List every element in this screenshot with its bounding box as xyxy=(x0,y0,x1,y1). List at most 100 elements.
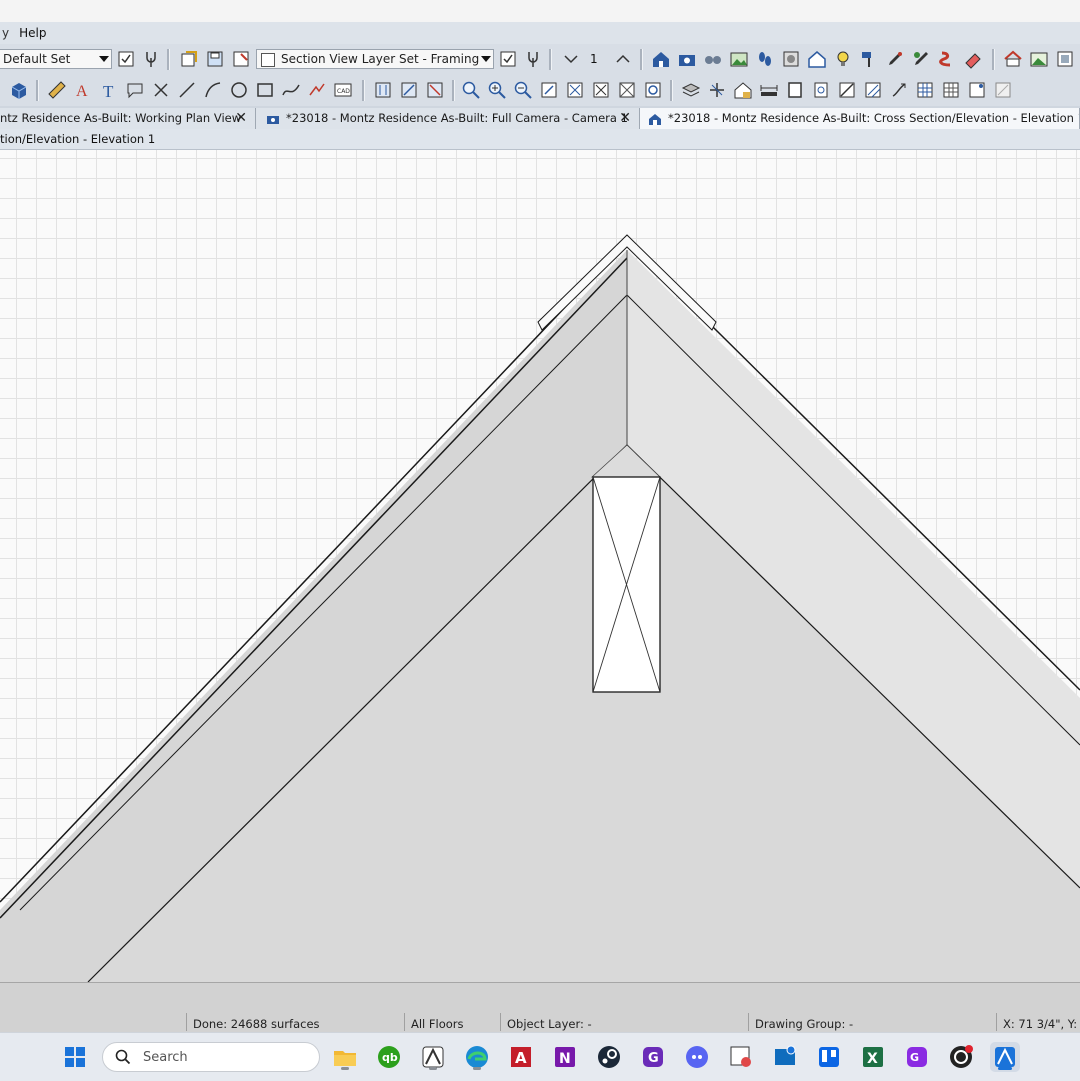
make-parallel-icon[interactable] xyxy=(862,79,884,101)
quickbooks-icon[interactable]: qb xyxy=(374,1042,404,1072)
camera-icon[interactable] xyxy=(676,48,698,70)
edge-icon[interactable] xyxy=(462,1042,492,1072)
fill-window-all-icon[interactable] xyxy=(616,79,638,101)
delete-surfaces-icon[interactable] xyxy=(936,48,958,70)
spline-tool-icon[interactable] xyxy=(280,79,302,101)
grid-snap-icon[interactable] xyxy=(914,79,936,101)
fill-window-icon[interactable] xyxy=(564,79,586,101)
onenote-icon[interactable]: N xyxy=(550,1042,580,1072)
landscape-icon[interactable] xyxy=(728,48,750,70)
eyedropper-icon[interactable] xyxy=(884,48,906,70)
layer-delete-icon[interactable] xyxy=(230,48,252,70)
glasses-icon[interactable] xyxy=(702,48,724,70)
adjust-material-icon[interactable] xyxy=(910,48,932,70)
plus-tool-icon[interactable] xyxy=(706,79,728,101)
excel-icon[interactable]: X xyxy=(858,1042,888,1072)
ortho-icon[interactable] xyxy=(992,79,1014,101)
autocad-icon[interactable]: A xyxy=(506,1042,536,1072)
chief-architect-icon[interactable] xyxy=(418,1042,448,1072)
taskbar-search[interactable] xyxy=(102,1042,320,1072)
layer-set-combo[interactable]: Default Set xyxy=(0,49,112,69)
material-painter-icon[interactable] xyxy=(858,48,880,70)
wrench-icon[interactable] xyxy=(140,48,162,70)
close-icon[interactable]: ✕ xyxy=(235,108,247,128)
arc-tool-icon[interactable] xyxy=(202,79,224,101)
wrench-icon[interactable] xyxy=(522,48,544,70)
page-search-icon[interactable] xyxy=(810,79,832,101)
rectangle-tool-icon[interactable] xyxy=(254,79,276,101)
menu-bar: y Help xyxy=(0,22,1080,44)
zoom-icon[interactable] xyxy=(460,79,482,101)
active-indicator xyxy=(998,1067,1012,1070)
elevation-icon xyxy=(649,113,661,125)
camera-icon xyxy=(267,115,279,124)
select-objects-icon[interactable] xyxy=(372,79,394,101)
refresh-icon[interactable] xyxy=(642,79,664,101)
floor-up-icon[interactable] xyxy=(612,48,634,70)
layer-save-icon[interactable] xyxy=(204,48,226,70)
eraser-icon[interactable] xyxy=(962,48,984,70)
text-style-icon[interactable]: A xyxy=(72,79,94,101)
status-separator xyxy=(404,1013,405,1031)
app-g-icon[interactable]: G xyxy=(638,1042,668,1072)
drawing-canvas[interactable] xyxy=(0,150,1080,982)
pdf-icon[interactable]: G xyxy=(902,1042,932,1072)
chevron-down-icon xyxy=(99,56,109,62)
undo-zoom-icon[interactable] xyxy=(538,79,560,101)
edit-area-visible-icon[interactable] xyxy=(424,79,446,101)
house-icon[interactable] xyxy=(650,48,672,70)
layer-display-options-icon[interactable] xyxy=(497,48,519,70)
cad-block-icon[interactable]: CAD xyxy=(332,79,354,101)
tab-working-plan-view[interactable]: ntz Residence As-Built: Working Plan Vie… xyxy=(0,108,256,129)
snip-icon[interactable] xyxy=(726,1042,756,1072)
steam-icon[interactable] xyxy=(594,1042,624,1072)
close-icon[interactable]: ✕ xyxy=(619,108,631,128)
chevron-down-icon xyxy=(481,56,491,62)
house-lock-icon[interactable] xyxy=(732,79,754,101)
elevation-house-icon[interactable] xyxy=(806,48,828,70)
close-x-tool-icon[interactable] xyxy=(150,79,172,101)
menu-item-help[interactable]: Help xyxy=(9,26,56,40)
toolbar-separator xyxy=(640,49,643,70)
chief-architect-active-icon[interactable] xyxy=(990,1042,1020,1072)
dimension-line-icon[interactable] xyxy=(758,79,780,101)
ruler-icon[interactable] xyxy=(46,79,68,101)
search-input[interactable] xyxy=(141,1048,305,1066)
tab-full-camera[interactable]: *23018 - Montz Residence As-Built: Full … xyxy=(256,108,640,129)
circle-tool-icon[interactable] xyxy=(228,79,250,101)
start-icon[interactable] xyxy=(60,1042,90,1072)
3d-box-icon[interactable] xyxy=(8,79,30,101)
window-tool-icon[interactable] xyxy=(784,79,806,101)
footprints-icon[interactable] xyxy=(754,48,776,70)
reverse-direction-icon[interactable] xyxy=(888,79,910,101)
layers-icon[interactable] xyxy=(680,79,702,101)
line-tool-icon[interactable] xyxy=(176,79,198,101)
break-line-icon[interactable] xyxy=(836,79,858,101)
plot-icon[interactable] xyxy=(306,79,328,101)
angle-snap-icon[interactable] xyxy=(966,79,988,101)
zoom-out-icon[interactable] xyxy=(512,79,534,101)
render-icon[interactable] xyxy=(780,48,802,70)
tab-cross-section-elevation[interactable]: *23018 - Montz Residence As-Built: Cross… xyxy=(640,108,1080,129)
terrain-icon[interactable] xyxy=(1028,48,1050,70)
text-tool-icon[interactable]: T xyxy=(98,79,120,101)
object-snap-icon[interactable] xyxy=(940,79,962,101)
floor-down-icon[interactable] xyxy=(560,48,582,70)
discord-icon[interactable] xyxy=(682,1042,712,1072)
section-layer-set-combo[interactable]: Section View Layer Set - Framing xyxy=(256,49,494,69)
layer-display-options-icon[interactable] xyxy=(115,48,137,70)
trello-icon[interactable] xyxy=(814,1042,844,1072)
fill-window-building-icon[interactable] xyxy=(590,79,612,101)
status-drawing-group: Drawing Group: - xyxy=(755,1017,854,1031)
auto-rebuild-icon[interactable] xyxy=(1002,48,1024,70)
light-bulb-icon[interactable] xyxy=(832,48,854,70)
layer-copy-icon[interactable] xyxy=(178,48,200,70)
plan-footprint-icon[interactable] xyxy=(1054,48,1076,70)
obs-icon[interactable] xyxy=(946,1042,976,1072)
callout-icon[interactable] xyxy=(124,79,146,101)
edit-area-icon[interactable] xyxy=(398,79,420,101)
svg-text:G: G xyxy=(910,1051,919,1064)
zoom-in-icon[interactable] xyxy=(486,79,508,101)
file-explorer-icon[interactable] xyxy=(330,1042,360,1072)
outlook-icon[interactable] xyxy=(770,1042,800,1072)
